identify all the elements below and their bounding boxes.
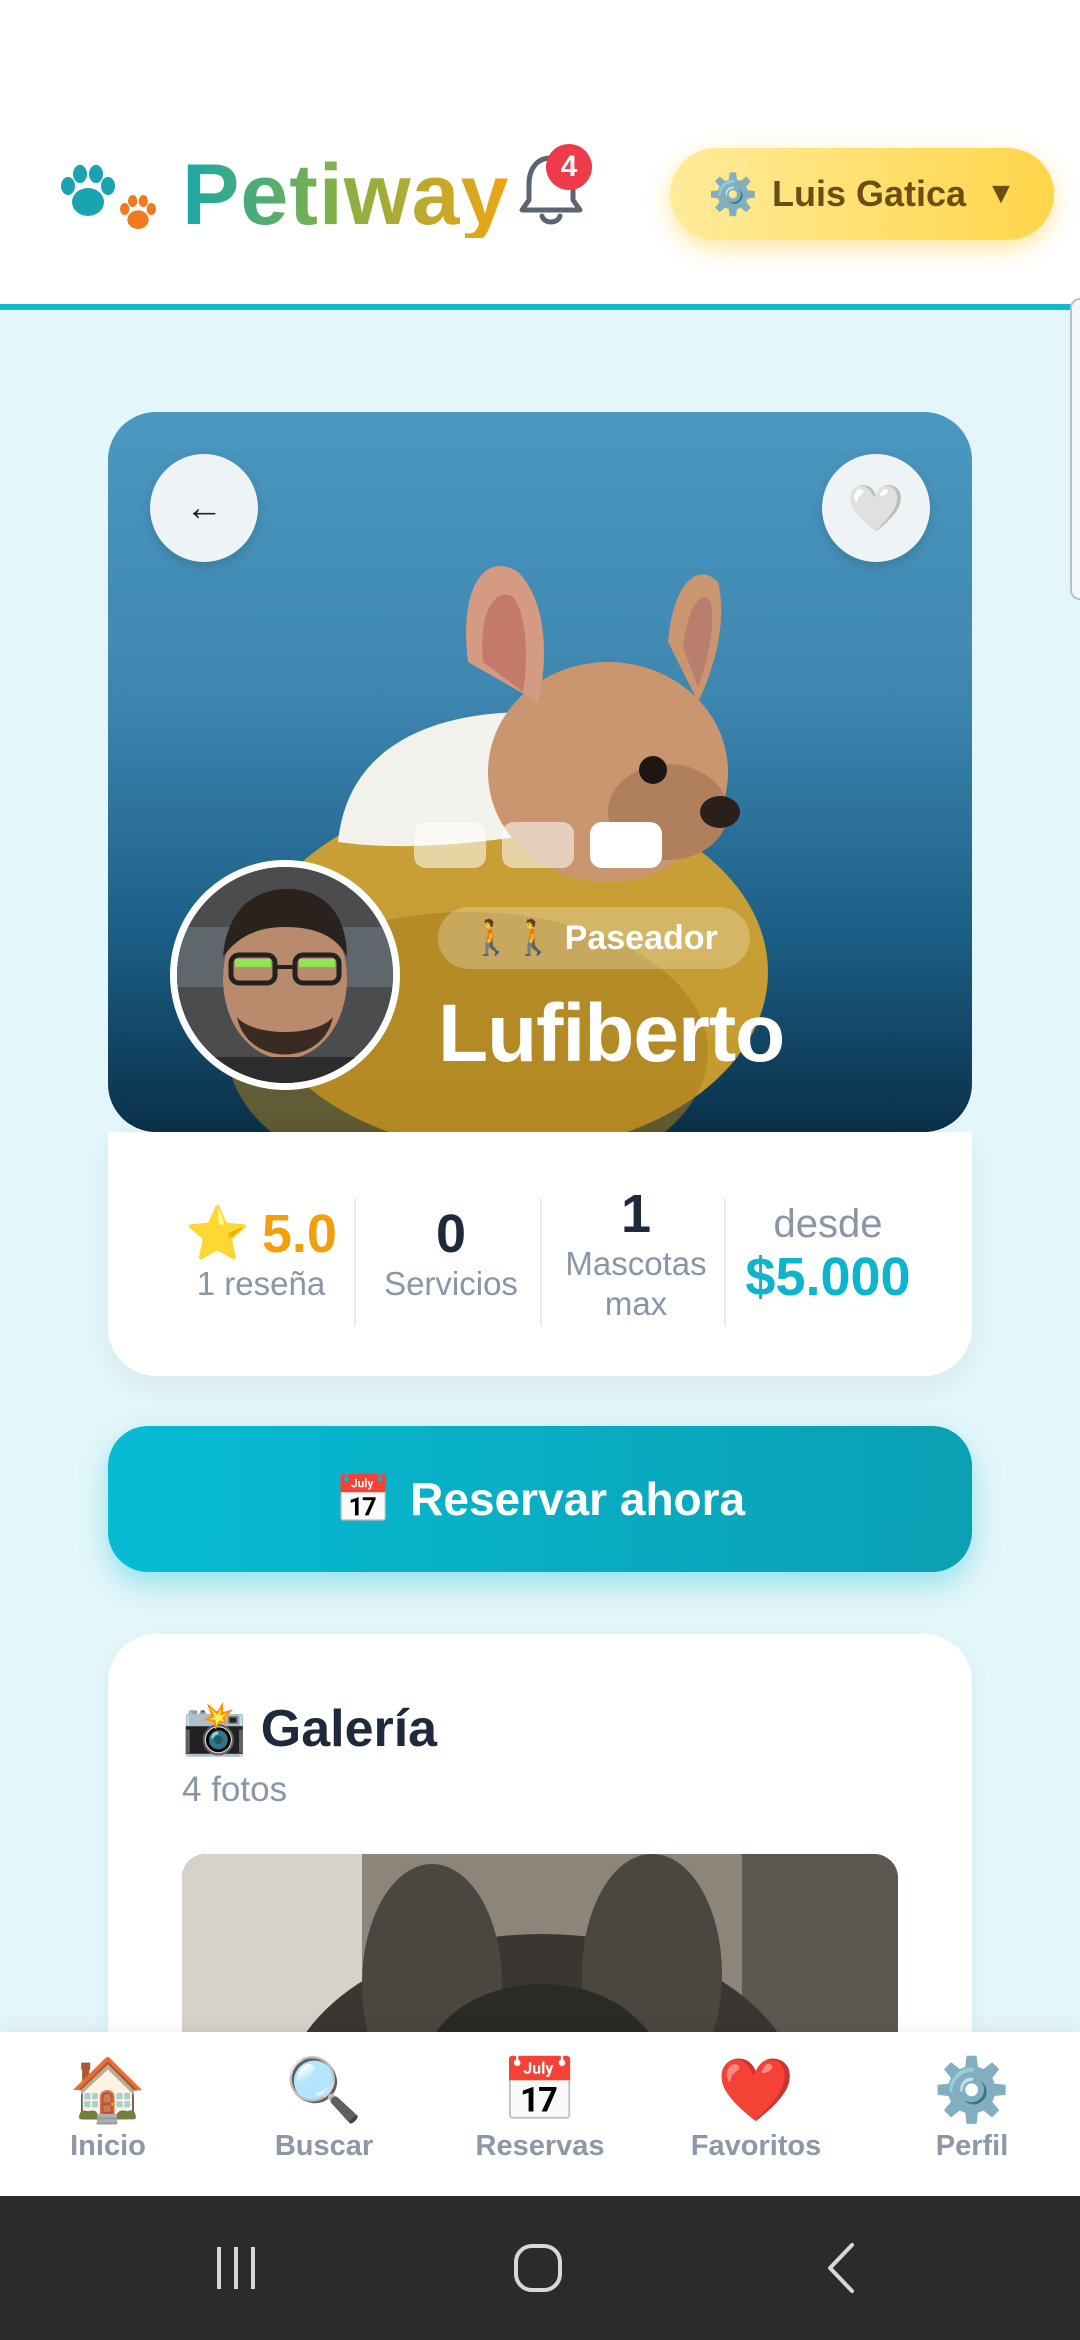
app-name: Petiway [182, 147, 510, 243]
carousel-dot-active[interactable] [590, 822, 662, 868]
nav-item-reservas[interactable]: 📅 Reservas [450, 2056, 630, 2163]
pet-name: Lufiberto [438, 988, 785, 1079]
role-label: Paseador [564, 918, 718, 957]
notification-badge: 4 [546, 144, 592, 190]
gallery-count: 4 fotos [182, 1770, 288, 1809]
carousel-dot[interactable] [502, 822, 574, 868]
divider [724, 1198, 726, 1326]
divider [354, 1198, 356, 1326]
user-menu-button[interactable]: ⚙️ Luis Gatica ▼ [670, 148, 1054, 240]
app-logo[interactable]: Petiway [58, 150, 509, 240]
star-icon: ⭐ [185, 1205, 250, 1264]
gear-icon: ⚙️ [933, 2056, 1011, 2125]
recent-apps-icon [217, 2247, 255, 2289]
max-pets-value: 1 [620, 1183, 652, 1244]
search-icon: 🔍 [285, 2056, 363, 2125]
bottom-navigation: 🏠 Inicio 🔍 Buscar 📅 Reservas ❤️ Favorito… [0, 2032, 1080, 2196]
max-pets-label: Mascotas max [565, 1245, 707, 1322]
home-circle-icon [514, 2244, 562, 2292]
chevron-down-icon: ▼ [986, 177, 1016, 210]
system-navigation-bar [0, 2196, 1080, 2340]
gallery-heading: 📸 Galería [182, 1698, 437, 1759]
back-nav-button[interactable] [812, 2236, 872, 2300]
max-pets-stat: 1 Mascotas max [544, 1132, 728, 1376]
price-stat: desde $5.000 [728, 1132, 928, 1376]
divider [540, 1198, 542, 1326]
calendar-icon: 📅 [501, 2056, 579, 2125]
paw-logo-icon [58, 150, 168, 240]
price-prefix: desde [773, 1202, 883, 1247]
gallery-title: Galería [260, 1699, 438, 1758]
chevron-left-icon [828, 2243, 854, 2293]
nav-label: Inicio [70, 2130, 146, 2162]
recent-apps-button[interactable] [206, 2236, 266, 2300]
home-button[interactable] [506, 2236, 570, 2300]
book-now-button[interactable]: 📅 Reservar ahora [108, 1426, 972, 1572]
services-stat: 0 Servicios [358, 1132, 544, 1376]
user-name: Luis Gatica [772, 173, 967, 214]
camera-icon: 📸 [182, 1700, 247, 1758]
nav-label: Buscar [274, 2130, 374, 2162]
rating-value: 5.0 [261, 1203, 337, 1264]
carousel-dot[interactable] [414, 822, 486, 868]
nav-label: Favoritos [690, 2130, 822, 2162]
price-value: $5.000 [745, 1247, 911, 1308]
nav-label: Reservas [475, 2130, 605, 2162]
nav-item-perfil[interactable]: ⚙️ Perfil [882, 2056, 1062, 2163]
scrollbar[interactable] [1070, 298, 1080, 600]
heart-icon: ❤️ [717, 2056, 795, 2125]
nav-item-inicio[interactable]: 🏠 Inicio [18, 2056, 198, 2163]
photo-carousel-dots [414, 822, 662, 868]
rating-label: 1 reseña [196, 1264, 326, 1302]
nav-item-buscar[interactable]: 🔍 Buscar [234, 2056, 414, 2163]
nav-item-favoritos[interactable]: ❤️ Favoritos [666, 2056, 846, 2163]
walker-icon: 🚶🚶 [470, 919, 555, 957]
role-badge: 🚶🚶 Paseador [438, 907, 750, 969]
profile-hero-card: ← 🤍 🚶🚶 Paseador Lufiberto [108, 412, 972, 1132]
nav-label: Perfil [935, 2130, 1009, 2162]
stats-card: ⭐ 5.0 1 reseña 0 Servicios 1 Mascotas ma… [108, 1132, 972, 1376]
favorite-heart-button[interactable]: 🤍 [822, 454, 930, 562]
rating-stat: ⭐ 5.0 1 reseña [166, 1132, 356, 1376]
app-header: Petiway 4 ⚙️ Luis Gatica ▼ [0, 0, 1080, 310]
gallery-card: 📸 Galería 4 fotos [108, 1634, 972, 2094]
gear-icon: ⚙️ [708, 172, 759, 217]
home-icon: 🏠 [69, 2056, 147, 2125]
services-value: 0 [435, 1203, 467, 1264]
services-label: Servicios [384, 1264, 518, 1302]
back-button[interactable]: ← [150, 454, 258, 562]
owner-avatar[interactable] [170, 860, 400, 1090]
book-now-label: Reservar ahora [410, 1473, 746, 1525]
calendar-icon: 📅 [334, 1472, 393, 1525]
